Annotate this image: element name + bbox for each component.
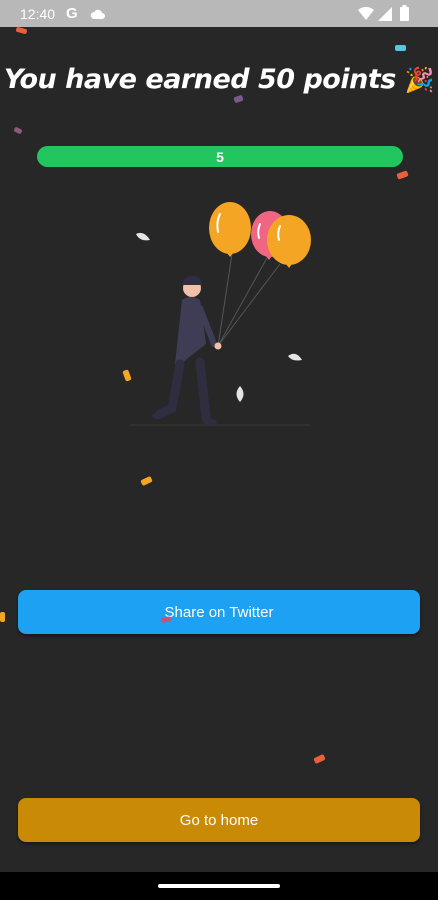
signal-icon bbox=[378, 7, 392, 26]
person-with-balloons-illustration bbox=[120, 196, 320, 436]
cloud-icon bbox=[90, 7, 106, 25]
google-icon: G bbox=[66, 5, 78, 22]
go-to-home-label: Go to home bbox=[179, 811, 259, 829]
party-popper-icon: 🎉 bbox=[404, 66, 435, 94]
confetti-piece bbox=[396, 170, 409, 180]
confetti-piece bbox=[0, 612, 5, 622]
confetti-piece bbox=[395, 45, 406, 51]
points-progress-bar: 5 bbox=[37, 146, 403, 167]
status-time: 12:40 bbox=[20, 6, 56, 22]
confetti-piece bbox=[15, 26, 28, 35]
home-gesture-handle[interactable] bbox=[158, 884, 280, 888]
wifi-icon bbox=[358, 6, 374, 26]
confetti-piece bbox=[233, 94, 244, 104]
go-to-home-button[interactable]: Go to home bbox=[18, 798, 420, 842]
confetti-piece bbox=[313, 753, 326, 765]
title-text: You have earned 50 points bbox=[3, 64, 396, 95]
battery-icon bbox=[400, 5, 409, 26]
share-on-twitter-button[interactable]: Share on Twitter bbox=[18, 590, 420, 634]
status-bar: 12:40 G bbox=[0, 0, 438, 27]
page-title: You have earned 50 points 🎉 bbox=[0, 64, 438, 95]
progress-label: 5 bbox=[216, 148, 224, 165]
share-on-twitter-label: Share on Twitter bbox=[164, 603, 274, 621]
confetti-piece bbox=[13, 126, 23, 135]
confetti-piece bbox=[140, 475, 153, 487]
navigation-bar bbox=[0, 872, 438, 900]
